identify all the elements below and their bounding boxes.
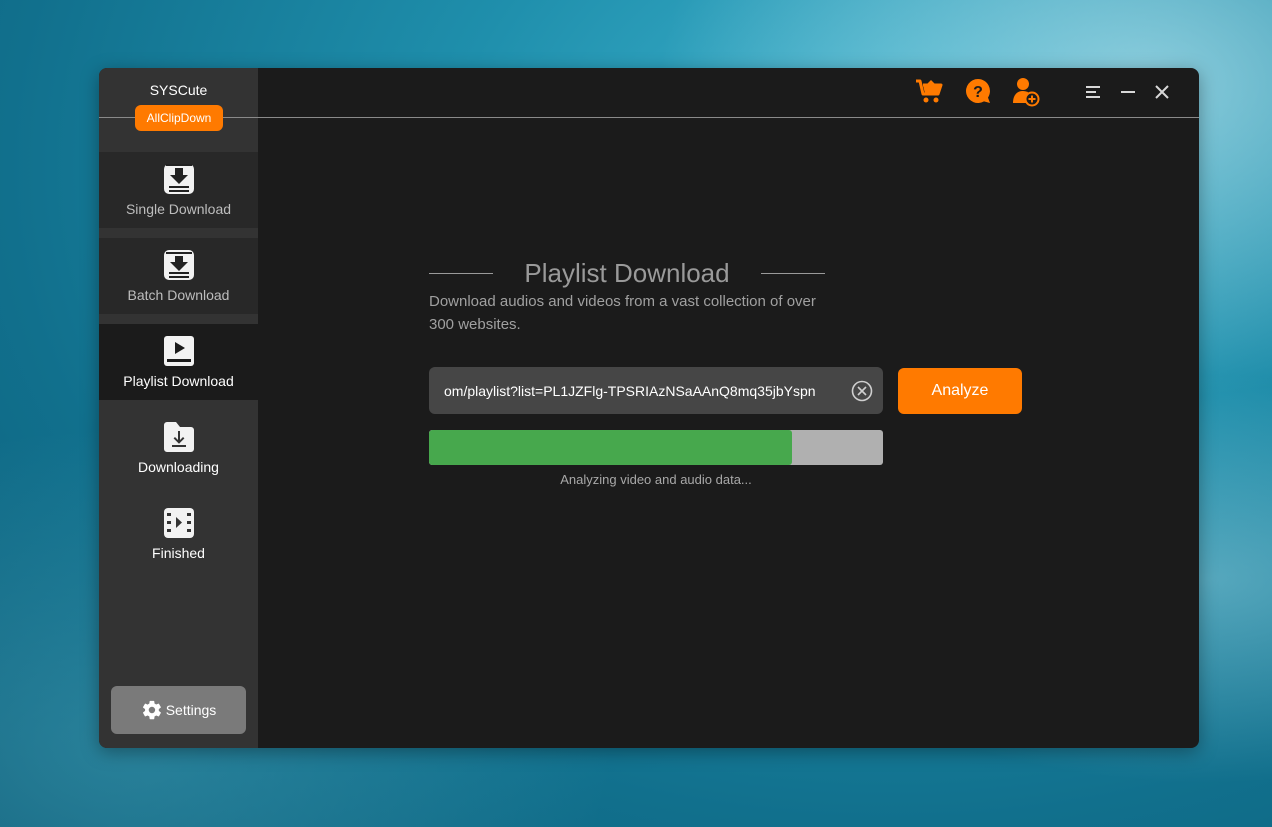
status-text: Analyzing video and audio data...: [560, 472, 752, 487]
sidebar-item-label: Downloading: [138, 459, 219, 475]
sidebar-item-playlist-download[interactable]: Playlist Download: [99, 324, 258, 400]
minimize-icon: [1121, 91, 1135, 93]
page-header: Playlist Download: [429, 256, 825, 290]
page-title: Playlist Download: [524, 257, 730, 288]
help-icon: ?: [966, 79, 990, 103]
film-icon: [163, 508, 194, 538]
title-rule-right: [761, 272, 825, 274]
close-icon: [1155, 85, 1169, 99]
clear-input-icon[interactable]: [851, 380, 873, 402]
folder-download-icon: [163, 422, 194, 452]
brand-name: SYSCute: [149, 82, 208, 98]
page-subtitle: Download audios and videos from a vast c…: [429, 293, 816, 333]
progress-bar: [429, 430, 883, 465]
menu-icon: [1086, 86, 1100, 98]
single-download-icon: [163, 164, 194, 194]
sidebar-item-single-download[interactable]: Single Download: [99, 152, 258, 228]
sidebar-item-downloading[interactable]: Downloading: [99, 410, 258, 486]
brand-area: SYSCute AllClipDown: [99, 68, 1199, 152]
progress-fill: [429, 430, 793, 465]
account-button[interactable]: [1011, 76, 1041, 108]
url-field: [429, 367, 883, 414]
sidebar-item-label: Single Download: [125, 201, 232, 217]
sidebar: SYSCute AllClipDown Single Download Batc…: [99, 68, 1199, 748]
add-user-icon: [1013, 78, 1040, 107]
header-divider: [99, 117, 1199, 118]
sidebar-item-label: Finished: [152, 545, 205, 561]
settings-button[interactable]: Settings: [111, 686, 246, 734]
close-button[interactable]: [1147, 76, 1177, 108]
settings-label: Settings: [165, 702, 217, 718]
cart-button[interactable]: [914, 76, 944, 108]
url-input[interactable]: [444, 382, 839, 399]
sidebar-item-finished[interactable]: Finished: [99, 496, 258, 572]
playlist-icon: [163, 336, 194, 366]
svg-text:?: ?: [973, 84, 983, 101]
app-window: SYSCute AllClipDown Single Download Batc…: [99, 68, 1199, 748]
title-rule-left: [429, 272, 493, 274]
sidebar-item-label: Playlist Download: [123, 373, 234, 389]
batch-download-icon: [163, 250, 194, 280]
analyze-button[interactable]: Analyze: [898, 368, 1022, 414]
help-button[interactable]: ?: [963, 76, 993, 108]
gear-icon: [142, 700, 161, 720]
minimize-button[interactable]: [1113, 76, 1143, 108]
cart-icon: [916, 79, 943, 103]
sidebar-item-batch-download[interactable]: Batch Download: [99, 238, 258, 314]
product-badge: AllClipDown: [135, 105, 223, 131]
sidebar-item-label: Batch Download: [127, 287, 230, 303]
menu-button[interactable]: [1079, 76, 1109, 108]
